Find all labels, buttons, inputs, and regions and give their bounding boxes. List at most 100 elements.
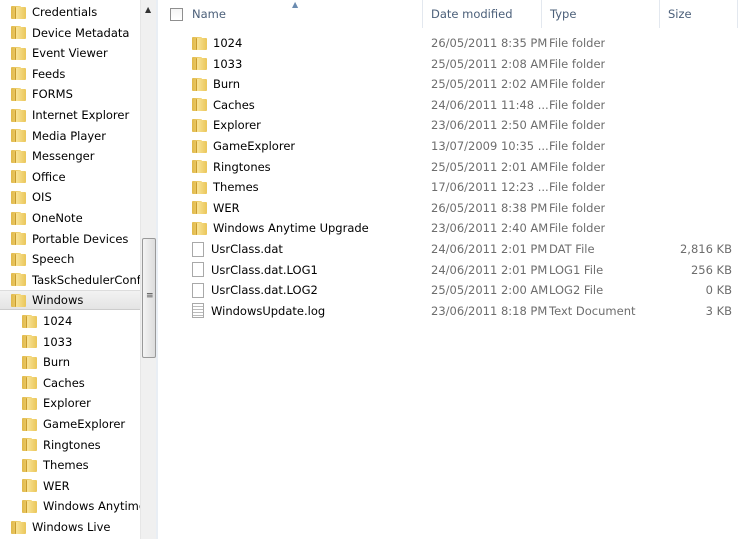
nav-item[interactable]: Explorer bbox=[0, 393, 140, 413]
column-type[interactable]: Type bbox=[542, 0, 660, 28]
scrollbar-thumb[interactable]: ≡ bbox=[142, 238, 156, 358]
nav-item[interactable]: Windows Anytime Upgrade bbox=[0, 496, 140, 516]
nav-item[interactable]: Internet Explorer bbox=[0, 105, 140, 125]
nav-item-label: Messenger bbox=[32, 149, 95, 164]
file-row[interactable]: 1024 26/05/2011 8:35 PM File folder bbox=[158, 33, 750, 53]
file-name: UsrClass.dat bbox=[192, 241, 283, 257]
file-type: File folder bbox=[549, 139, 606, 153]
folder-icon bbox=[11, 252, 26, 266]
nav-item-label: Feeds bbox=[32, 66, 66, 81]
nav-item-label: Internet Explorer bbox=[32, 108, 130, 122]
file-name-label: Burn bbox=[213, 77, 240, 92]
folder-icon bbox=[11, 129, 26, 143]
file-date: 25/05/2011 2:08 AM bbox=[431, 56, 549, 71]
file-name-label: UsrClass.dat bbox=[211, 242, 283, 256]
file-size: 2,816 KB bbox=[679, 242, 732, 256]
file-row[interactable]: UsrClass.dat.LOG2 25/05/2011 2:00 AM LOG2 … bbox=[158, 280, 750, 300]
folder-icon bbox=[192, 139, 207, 153]
file-row[interactable]: 1033 25/05/2011 2:08 AM File folder bbox=[158, 54, 750, 74]
folder-icon bbox=[192, 160, 207, 174]
nav-item[interactable]: Ringtones bbox=[0, 435, 140, 455]
file-name: WER bbox=[192, 201, 240, 215]
nav-item-label: Media Player bbox=[32, 128, 106, 143]
nav-item-label: Speech bbox=[32, 252, 75, 267]
file-row[interactable]: GameExplorer 13/07/2009 10:35 ... File fol… bbox=[158, 136, 750, 156]
file-date: 26/05/2011 8:35 PM bbox=[431, 36, 548, 50]
nav-scrollbar[interactable]: ▲ ≡ bbox=[140, 0, 156, 539]
file-name-label: Explorer bbox=[213, 118, 261, 133]
folder-icon bbox=[11, 273, 26, 287]
file-icon bbox=[192, 241, 204, 257]
nav-item[interactable]: Feeds bbox=[0, 64, 140, 84]
file-name-label: Windows Anytime Upgrade bbox=[213, 221, 369, 236]
nav-item[interactable]: Office bbox=[0, 167, 140, 187]
folder-icon bbox=[22, 417, 37, 431]
file-row[interactable]: UsrClass.dat 24/06/2011 2:01 PM DAT File 2,… bbox=[158, 239, 750, 259]
nav-item[interactable]: WER bbox=[0, 476, 140, 496]
folder-icon bbox=[192, 201, 207, 215]
nav-item[interactable]: Media Player bbox=[0, 126, 140, 146]
scroll-up-arrow-icon[interactable]: ▲ bbox=[145, 5, 151, 14]
select-all-checkbox[interactable] bbox=[170, 8, 183, 21]
nav-item[interactable]: Burn bbox=[0, 352, 140, 372]
column-date-modified[interactable]: Date modified bbox=[423, 0, 542, 28]
file-name: WindowsUpdate.log bbox=[192, 303, 325, 319]
folder-icon bbox=[192, 98, 207, 112]
nav-item[interactable]: OIS bbox=[0, 187, 140, 207]
file-row[interactable]: Windows Anytime Upgrade 23/06/2011 2:40 A… bbox=[158, 218, 750, 238]
file-row[interactable]: Burn 25/05/2011 2:02 AM File folder bbox=[158, 74, 750, 94]
nav-item[interactable]: Messenger bbox=[0, 146, 140, 166]
file-name: UsrClass.dat.LOG2 bbox=[192, 282, 318, 298]
file-name: Caches bbox=[192, 98, 255, 112]
nav-item[interactable]: Event Viewer bbox=[0, 43, 140, 63]
file-type: Text Document bbox=[549, 303, 636, 318]
column-name-label: Name bbox=[192, 7, 226, 21]
nav-item[interactable]: Windows Live bbox=[0, 517, 140, 537]
file-type: File folder bbox=[549, 180, 606, 195]
folder-icon bbox=[11, 190, 26, 204]
file-date: 24/06/2011 2:01 PM bbox=[431, 242, 548, 256]
column-date-label: Date modified bbox=[431, 7, 513, 21]
nav-item[interactable]: OneNote bbox=[0, 208, 140, 228]
nav-item[interactable]: 1033 bbox=[0, 332, 140, 352]
file-row[interactable]: Ringtones 25/05/2011 2:01 AM File folder bbox=[158, 157, 750, 177]
file-row[interactable]: Explorer 23/06/2011 2:50 AM File folder bbox=[158, 115, 750, 135]
file-name: Windows Anytime Upgrade bbox=[192, 221, 369, 235]
file-type: LOG1 File bbox=[549, 262, 604, 277]
file-type: File folder bbox=[549, 77, 606, 92]
nav-item-label: OIS bbox=[32, 190, 52, 205]
nav-item[interactable]: 1024 bbox=[0, 311, 140, 331]
nav-item-label: Event Viewer bbox=[32, 46, 108, 61]
column-size[interactable]: Size bbox=[660, 0, 738, 28]
folder-icon bbox=[192, 57, 207, 71]
file-row[interactable]: WER 26/05/2011 8:38 PM File folder bbox=[158, 198, 750, 218]
nav-item-label: Device Metadata bbox=[32, 25, 130, 40]
file-name-label: UsrClass.dat.LOG2 bbox=[211, 283, 318, 298]
nav-item[interactable]: Credentials bbox=[0, 2, 140, 22]
column-name[interactable]: ▲ Name bbox=[158, 0, 423, 28]
nav-item[interactable]: Windows bbox=[0, 290, 140, 311]
file-row[interactable]: Themes 17/06/2011 12:23 ... File folder bbox=[158, 177, 750, 197]
nav-item[interactable]: Caches bbox=[0, 373, 140, 393]
nav-item[interactable]: Themes bbox=[0, 455, 140, 475]
folder-icon bbox=[192, 180, 207, 194]
folder-icon bbox=[11, 108, 26, 122]
file-row[interactable]: WindowsUpdate.log 23/06/2011 8:18 PM Text … bbox=[158, 301, 750, 321]
file-size: 3 KB bbox=[705, 303, 732, 318]
folder-icon bbox=[22, 376, 37, 390]
file-date: 25/05/2011 2:02 AM bbox=[431, 77, 549, 92]
nav-item[interactable]: TaskSchedulerConfig bbox=[0, 270, 140, 290]
file-row[interactable]: Caches 24/06/2011 11:48 ... File folder bbox=[158, 95, 750, 115]
file-row[interactable]: UsrClass.dat.LOG1 24/06/2011 2:01 PM LOG1 … bbox=[158, 260, 750, 280]
file-name: 1033 bbox=[192, 57, 242, 71]
nav-item[interactable]: Portable Devices bbox=[0, 229, 140, 249]
folder-icon bbox=[11, 232, 26, 246]
folder-icon bbox=[22, 438, 37, 452]
nav-item[interactable]: GameExplorer bbox=[0, 414, 140, 434]
nav-item[interactable]: Speech bbox=[0, 249, 140, 269]
nav-item-label: 1033 bbox=[43, 334, 73, 349]
folder-icon bbox=[22, 335, 37, 349]
nav-item[interactable]: FORMS bbox=[0, 84, 140, 104]
file-name-label: Themes bbox=[213, 180, 259, 195]
nav-item[interactable]: Device Metadata bbox=[0, 23, 140, 43]
